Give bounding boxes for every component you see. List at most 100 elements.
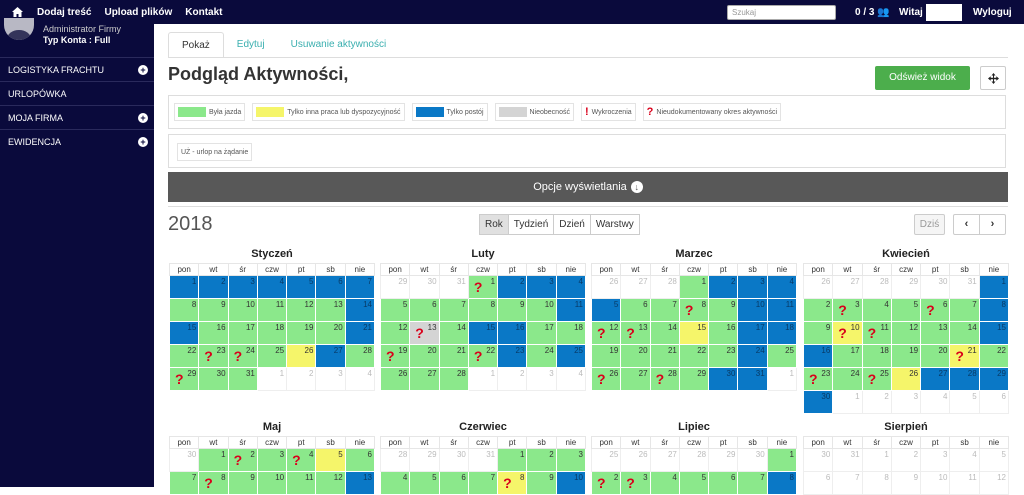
day-cell[interactable]: 5: [409, 471, 440, 495]
day-cell[interactable]: ? 2: [227, 448, 258, 472]
plus-circle-icon[interactable]: +: [138, 64, 148, 75]
day-cell[interactable]: 23: [497, 344, 528, 368]
day-cell[interactable]: 9: [497, 298, 528, 322]
day-cell[interactable]: 27: [315, 344, 346, 368]
day-cell[interactable]: 28: [344, 344, 376, 368]
day-cell[interactable]: 16: [198, 321, 229, 345]
day-cell[interactable]: 9: [708, 298, 739, 322]
plus-circle-icon[interactable]: +: [138, 136, 148, 147]
day-cell[interactable]: ? 2: [590, 471, 622, 495]
day-cell[interactable]: 15: [168, 321, 200, 345]
day-cell[interactable]: 17: [526, 321, 557, 345]
tab-pokaz[interactable]: Pokaż: [168, 32, 224, 58]
day-cell[interactable]: 7: [467, 471, 499, 495]
day-cell[interactable]: 2: [708, 275, 739, 299]
day-cell[interactable]: ? 29: [168, 367, 200, 391]
day-cell[interactable]: 29: [409, 448, 440, 472]
move-icon[interactable]: [980, 66, 1006, 90]
day-cell[interactable]: 5: [315, 448, 346, 472]
day-cell[interactable]: 3: [555, 448, 587, 472]
day-cell[interactable]: 21: [649, 344, 680, 368]
user-counter[interactable]: 0 / 3 👥: [855, 7, 890, 18]
day-cell[interactable]: 30: [409, 275, 440, 299]
day-cell[interactable]: 13: [315, 298, 346, 322]
day-cell[interactable]: 29: [890, 275, 922, 299]
day-cell[interactable]: 2: [198, 275, 229, 299]
day-cell[interactable]: 1: [978, 275, 1010, 299]
day-cell[interactable]: 31: [438, 275, 469, 299]
day-cell[interactable]: 7: [438, 298, 469, 322]
day-cell[interactable]: 15: [467, 321, 499, 345]
day-cell[interactable]: 2: [497, 275, 528, 299]
day-cell[interactable]: 9: [890, 471, 922, 495]
day-cell[interactable]: 4: [920, 390, 951, 414]
day-cell[interactable]: 4: [555, 367, 587, 391]
day-cell[interactable]: ? 25: [861, 367, 892, 391]
day-cell[interactable]: 3: [890, 390, 922, 414]
day-cell[interactable]: 27: [649, 448, 680, 472]
day-cell[interactable]: 11: [949, 471, 980, 495]
day-cell[interactable]: 5: [890, 298, 922, 322]
day-cell[interactable]: 8: [978, 298, 1010, 322]
day-cell[interactable]: 6: [315, 275, 346, 299]
day-cell[interactable]: 6: [708, 471, 739, 495]
day-cell[interactable]: 6: [344, 448, 376, 472]
day-cell[interactable]: 18: [861, 344, 892, 368]
day-cell[interactable]: 3: [920, 448, 951, 472]
day-cell[interactable]: 7: [737, 471, 768, 495]
plus-circle-icon[interactable]: +: [138, 112, 148, 123]
day-cell[interactable]: 29: [379, 275, 411, 299]
day-cell[interactable]: 14: [438, 321, 469, 345]
day-cell[interactable]: 26: [890, 367, 922, 391]
day-cell[interactable]: 27: [620, 275, 651, 299]
day-cell[interactable]: 6: [978, 390, 1010, 414]
day-cell[interactable]: ? 8: [497, 471, 528, 495]
day-cell[interactable]: ? 28: [649, 367, 680, 391]
day-cell[interactable]: 30: [802, 448, 834, 472]
day-cell[interactable]: 13: [344, 471, 376, 495]
view-layers-button[interactable]: Warstwy: [589, 214, 640, 235]
day-cell[interactable]: 14: [949, 321, 980, 345]
view-day-button[interactable]: Dzień: [553, 214, 591, 235]
day-cell[interactable]: 8: [861, 471, 892, 495]
day-cell[interactable]: 5: [978, 448, 1010, 472]
day-cell[interactable]: ? 1: [467, 275, 499, 299]
day-cell[interactable]: 9: [227, 471, 258, 495]
day-cell[interactable]: 10: [737, 298, 768, 322]
logout-link[interactable]: Wyloguj: [973, 7, 1012, 18]
day-cell[interactable]: 21: [438, 344, 469, 368]
day-cell[interactable]: 11: [256, 298, 288, 322]
day-cell[interactable]: 3: [526, 275, 557, 299]
day-cell[interactable]: 31: [832, 448, 863, 472]
day-cell[interactable]: 25: [590, 448, 622, 472]
day-cell[interactable]: ? 23: [198, 344, 229, 368]
day-cell[interactable]: 30: [198, 367, 229, 391]
day-cell[interactable]: ? 13: [620, 321, 651, 345]
chevron-left-icon[interactable]: ‹: [953, 214, 980, 235]
day-cell[interactable]: 15: [978, 321, 1010, 345]
day-cell[interactable]: 4: [649, 471, 680, 495]
day-cell[interactable]: 5: [949, 390, 980, 414]
day-cell[interactable]: 31: [467, 448, 499, 472]
day-cell[interactable]: 1: [766, 367, 798, 391]
day-cell[interactable]: 11: [555, 298, 587, 322]
day-cell[interactable]: 1: [168, 275, 200, 299]
day-cell[interactable]: 26: [620, 448, 651, 472]
day-cell[interactable]: 31: [737, 367, 768, 391]
day-cell[interactable]: 3: [256, 448, 288, 472]
today-button[interactable]: Dziś: [914, 214, 945, 235]
view-year-button[interactable]: Rok: [479, 214, 509, 235]
sidebar-item-ewidencja[interactable]: EWIDENCJA +: [0, 129, 154, 153]
day-cell[interactable]: 3: [737, 275, 768, 299]
day-cell[interactable]: 25: [555, 344, 587, 368]
day-cell[interactable]: 1: [861, 448, 892, 472]
day-cell[interactable]: ? 4: [286, 448, 317, 472]
day-cell[interactable]: ? 8: [198, 471, 229, 495]
day-cell[interactable]: 5: [286, 275, 317, 299]
nav-upload-files[interactable]: Upload plików: [104, 7, 172, 18]
day-cell[interactable]: 25: [766, 344, 798, 368]
day-cell[interactable]: 17: [737, 321, 768, 345]
day-cell[interactable]: 22: [168, 344, 200, 368]
day-cell[interactable]: 2: [497, 367, 528, 391]
day-cell[interactable]: 28: [438, 367, 469, 391]
